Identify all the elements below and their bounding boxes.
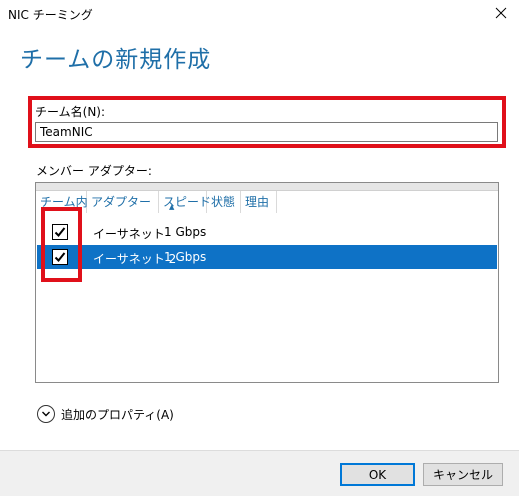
adapter-name: イーサネット — [93, 227, 165, 241]
close-icon — [495, 7, 507, 19]
column-header-status[interactable]: 状態 — [207, 191, 241, 213]
column-header-adapter-label: アダプター — [91, 195, 152, 209]
team-name-label: チーム名(N): — [35, 105, 106, 119]
member-adapters-list[interactable]: チーム内 アダプター ▲ スピード 状態 理由 イーサネット 1 Gbps イー… — [35, 182, 499, 383]
window-title: NIC チーミング — [8, 8, 93, 22]
list-header-strip — [36, 183, 498, 191]
additional-properties-label: 追加のプロパティ(A) — [61, 407, 174, 422]
adapter-row-ethernet[interactable]: イーサネット 1 Gbps — [37, 220, 497, 244]
column-header-reason[interactable]: 理由 — [241, 191, 277, 213]
cancel-button[interactable]: キャンセル — [423, 463, 503, 486]
dialog-footer: OK キャンセル — [0, 450, 519, 496]
expand-chevron-icon[interactable] — [37, 405, 55, 423]
adapter-speed: 1 Gbps — [164, 225, 207, 239]
adapter-row-ethernet-2[interactable]: イーサネット 2 1 Gbps — [37, 245, 497, 269]
page-heading: チームの新規作成 — [20, 47, 212, 73]
ok-button[interactable]: OK — [340, 463, 415, 486]
checkbox-highlight — [41, 207, 82, 282]
adapter-speed: 1 Gbps — [164, 250, 207, 264]
column-header-speed[interactable]: スピード — [159, 191, 211, 213]
column-header-adapter[interactable]: アダプター ▲ — [87, 191, 174, 213]
member-adapters-label: メンバー アダプター: — [36, 164, 152, 178]
close-button[interactable] — [489, 2, 513, 24]
title-bar: NIC チーミング — [0, 0, 519, 28]
additional-properties-toggle[interactable]: 追加のプロパティ(A) — [37, 405, 174, 423]
team-name-input[interactable] — [35, 122, 498, 142]
